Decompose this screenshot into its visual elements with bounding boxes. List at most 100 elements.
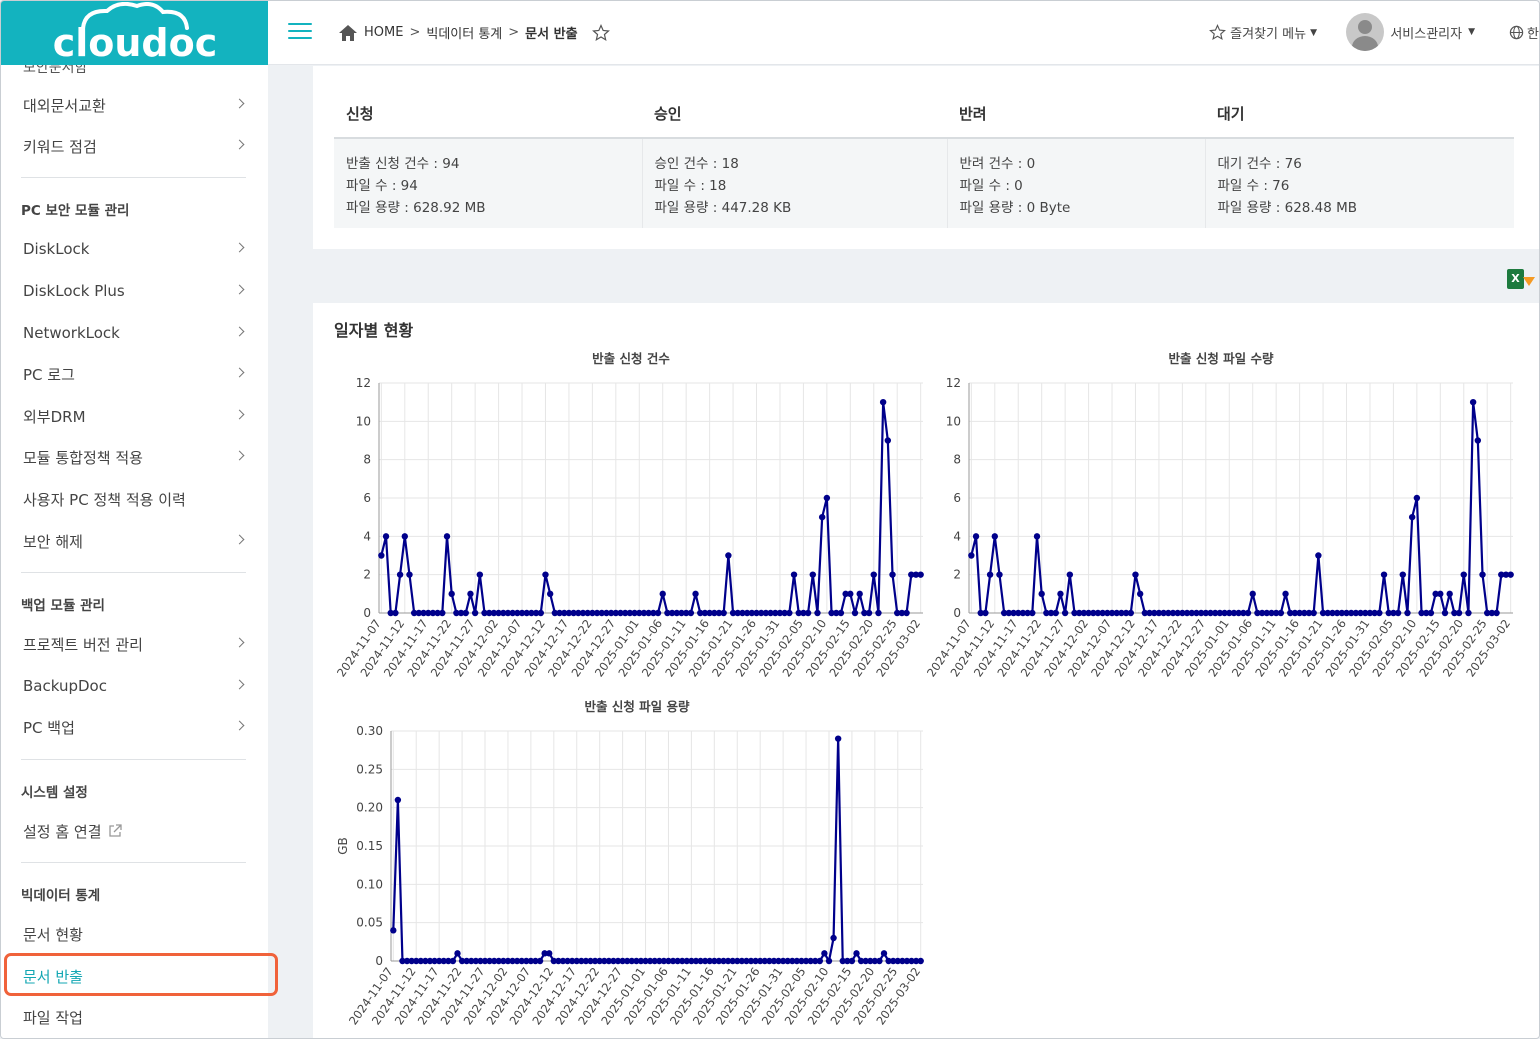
chart-data-point [1441, 609, 1449, 617]
chart-y-tick-label: 10 [356, 414, 371, 428]
sidebar-item-disklock[interactable]: DiskLock [23, 234, 247, 264]
sidebar-item-user-pc-policy-history[interactable]: 사용자 PC 정책 적용 이력 [23, 484, 247, 514]
chart-data-point [837, 609, 845, 617]
chart-data-point [814, 609, 821, 617]
chart-data-point [853, 950, 860, 957]
chart-data-point [825, 957, 833, 965]
chart-data-point [443, 533, 451, 540]
chart-data-point [856, 590, 863, 598]
sidebar-item-pc-backup[interactable]: PC 백업 [23, 712, 247, 742]
breadcrumb-separator: > [409, 25, 421, 40]
chart-title: 반출 신청 파일 용량 [584, 699, 690, 714]
sidebar-item-disklock-plus[interactable]: DiskLock Plus [23, 276, 247, 306]
chart-data-point [1038, 590, 1045, 598]
chart-data-point [1404, 609, 1411, 617]
sidebar-item-document-status[interactable]: 문서 현황 [23, 919, 247, 949]
chart-data-point [1380, 571, 1388, 578]
language-selector[interactable]: 한 [1509, 23, 1539, 42]
chart-data-point [396, 571, 404, 578]
sidebar-item-module-policy[interactable]: 모듈 통합정책 적용 [23, 442, 247, 472]
sidebar-item-document-export[interactable]: 문서 반출 [23, 961, 247, 991]
summary-table: 신청 승인 반려 대기 반출 신청 건수 : 94 파일 수 : 94 파일 용량 … [334, 90, 1514, 228]
favorites-label: 즐겨찾기 메뉴 [1230, 27, 1307, 42]
language-label: 한 [1527, 27, 1539, 42]
chart-y-tick-label: 4 [363, 529, 371, 543]
sidebar-divider [21, 177, 246, 178]
chart-data-point [1244, 609, 1252, 617]
chart-series-line [380, 401, 921, 615]
user-menu[interactable]: 서비스관리자 ▼ [1346, 13, 1475, 51]
chart-data-point [880, 950, 888, 957]
chart-data-point [816, 957, 824, 965]
chart-data-point [1408, 513, 1416, 521]
summary-header-approved: 승인 [642, 90, 947, 139]
favorites-menu[interactable]: 즐겨찾기 메뉴 ▼ [1209, 23, 1317, 42]
sidebar-item-label: PC 로그 [23, 365, 75, 384]
chart-data-point [1437, 590, 1444, 598]
sidebar-item-project-version[interactable]: 프로젝트 버전 관리 [23, 629, 247, 659]
sidebar-item-file-work[interactable]: 파일 작업 [23, 1002, 247, 1032]
chart-data-point [1469, 398, 1477, 406]
sidebar-section-bigdata: 빅데이터 통계 [21, 888, 101, 904]
breadcrumb-parent[interactable]: 빅데이터 통계 [426, 23, 502, 42]
top-bar: HOME > 빅데이터 통계 > 문서 반출 즐겨찾기 메뉴 ▼ 서비스관리자 … [268, 1, 1539, 65]
caret-down-icon: ▼ [1310, 27, 1317, 38]
sidebar-item-backupdoc[interactable]: BackupDoc [23, 671, 247, 701]
chart-data-point [1493, 609, 1500, 617]
chart-data-point [725, 552, 732, 559]
chart-y-tick-label: 6 [953, 491, 961, 505]
sidebar-divider [21, 862, 246, 863]
chart-file-count: 반출 신청 파일 수량0246810122024-11-072024-11-12… [924, 351, 1514, 679]
chart-data-point [1132, 571, 1139, 578]
star-outline-icon[interactable] [591, 23, 610, 42]
sidebar-item-settings-home[interactable]: 설정 홈 연결 [23, 816, 247, 846]
chart-data-point [1310, 609, 1317, 617]
chart-y-tick-label: 0.30 [356, 724, 383, 738]
breadcrumb-home[interactable]: HOME [364, 25, 403, 40]
chart-data-point [917, 957, 924, 965]
sidebar-item-cut[interactable]: 보안문서함 [23, 65, 87, 77]
chart-y-tick-label: 12 [946, 376, 961, 390]
chart-data-point [659, 590, 666, 598]
sidebar-item-pc-log[interactable]: PC 로그 [23, 359, 247, 389]
sidebar-item-security-release[interactable]: 보안 해제 [23, 526, 247, 556]
chart-data-point [720, 609, 727, 617]
sidebar-item-keyword-check[interactable]: 키워드 점검 [23, 131, 247, 161]
chart-data-point [449, 957, 457, 965]
cloud-logo-icon: cloudoc [52, 2, 217, 64]
chart-title: 반출 신청 파일 수량 [1168, 351, 1274, 366]
chart-data-point [1282, 590, 1289, 598]
sidebar-section-backup: 백업 모듈 관리 [21, 598, 105, 614]
chart-data-point [448, 590, 455, 598]
chart-data-point [654, 609, 662, 617]
menu-toggle-icon[interactable] [288, 21, 314, 41]
sidebar-item-external-drm[interactable]: 외부DRM [23, 401, 247, 431]
home-icon[interactable] [338, 24, 358, 42]
sidebar-section-system: 시스템 설정 [21, 785, 88, 801]
chart-data-point [972, 533, 980, 540]
sidebar-item-label: PC 백업 [23, 718, 75, 737]
logo[interactable]: cloudoc [1, 1, 268, 65]
chart-data-point [406, 571, 413, 578]
sidebar-item-label: 외부DRM [23, 407, 86, 426]
chart-y-tick-label: 0 [375, 954, 383, 968]
chart-data-point [889, 571, 896, 578]
caret-down-icon: ▼ [1468, 27, 1475, 37]
chart-series-line [970, 401, 1511, 615]
chart-data-point [879, 398, 887, 406]
chart-data-point [821, 950, 828, 957]
logo-text: cloudoc [52, 21, 217, 64]
chart-data-point [1413, 494, 1421, 502]
excel-download-icon[interactable]: X [1507, 269, 1535, 291]
chart-y-tick-label: 0.25 [356, 762, 383, 776]
sidebar-item-label: 대외문서교환 [23, 96, 106, 115]
chart-data-point [1446, 590, 1453, 598]
sidebar-item-networklock[interactable]: NetworkLock [23, 318, 247, 348]
chart-data-point [1249, 590, 1256, 598]
chart-data-point [537, 609, 544, 617]
chart-data-point [875, 609, 882, 617]
sidebar-item-external-exchange[interactable]: 대외문서교환 [23, 90, 247, 120]
chart-y-tick-label: 0.20 [356, 801, 383, 815]
breadcrumb-separator: > [508, 25, 520, 40]
chevron-right-icon [234, 284, 245, 295]
